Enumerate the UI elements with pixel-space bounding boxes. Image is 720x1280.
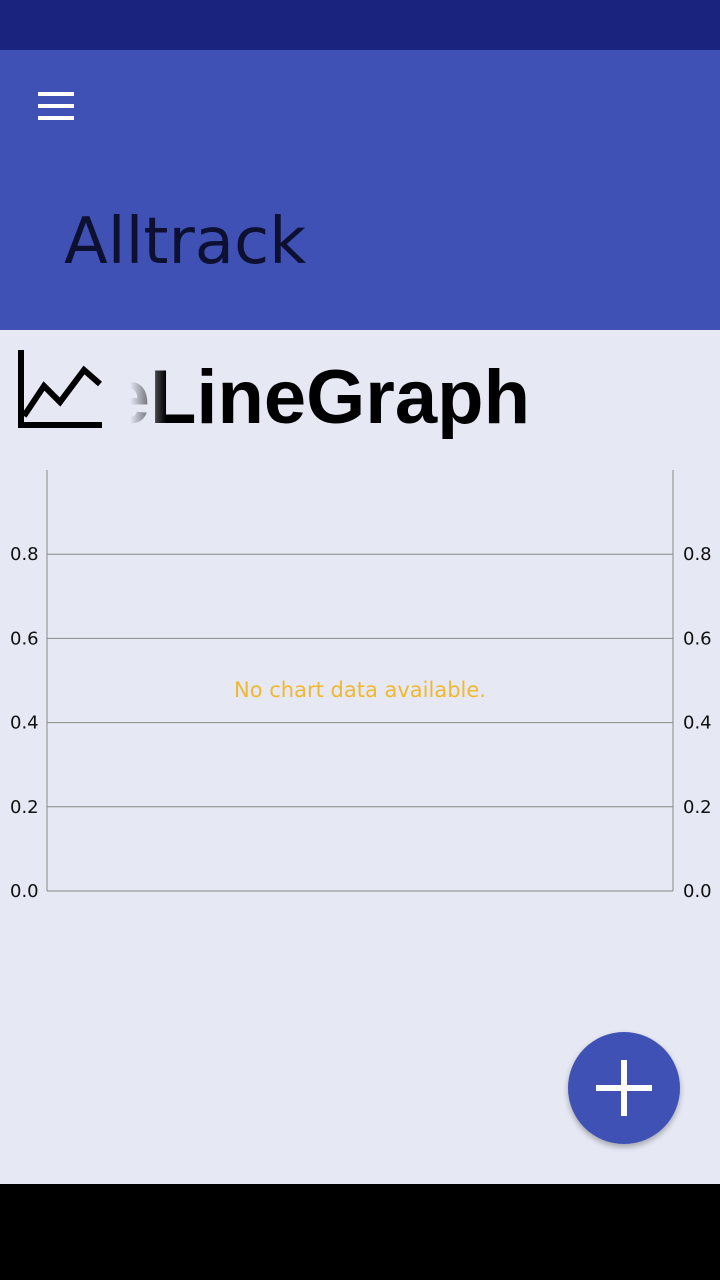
right-y-tick-label: 0.8: [683, 544, 712, 565]
hamburger-menu-icon: [38, 92, 74, 96]
right-y-tick-label: 0.2: [683, 797, 712, 818]
left-y-tick-label: 0.2: [10, 797, 39, 818]
app-bar: Alltrack: [0, 50, 720, 330]
left-y-tick-label: 0.6: [10, 628, 39, 649]
right-y-tick-label: 0.4: [683, 713, 712, 734]
right-y-tick-label: 0.6: [683, 628, 712, 649]
line-chart: 0.0 0.2 0.4 0.6 0.8 0.0 0.2 0.4 0.6 0.8 No chart …: [0, 460, 720, 910]
app-title: Alltrack: [64, 205, 307, 279]
left-y-tick-label: 0.8: [10, 544, 39, 565]
line-chart-icon: [18, 350, 102, 428]
graph-header: eLineGraph: [0, 340, 720, 450]
menu-button[interactable]: [24, 78, 88, 134]
graph-name-container: eLineGraph: [126, 344, 546, 444]
graph-name-fade: [126, 344, 166, 444]
left-y-tick-label: 0.0: [10, 881, 39, 902]
add-button[interactable]: [568, 1032, 680, 1144]
status-bar: [0, 0, 720, 50]
navigation-bar: [0, 1184, 720, 1280]
no-data-message: No chart data available.: [234, 678, 486, 702]
right-y-tick-label: 0.0: [683, 881, 712, 902]
graph-name: eLineGraph: [126, 355, 530, 440]
left-y-tick-label: 0.4: [10, 713, 39, 734]
